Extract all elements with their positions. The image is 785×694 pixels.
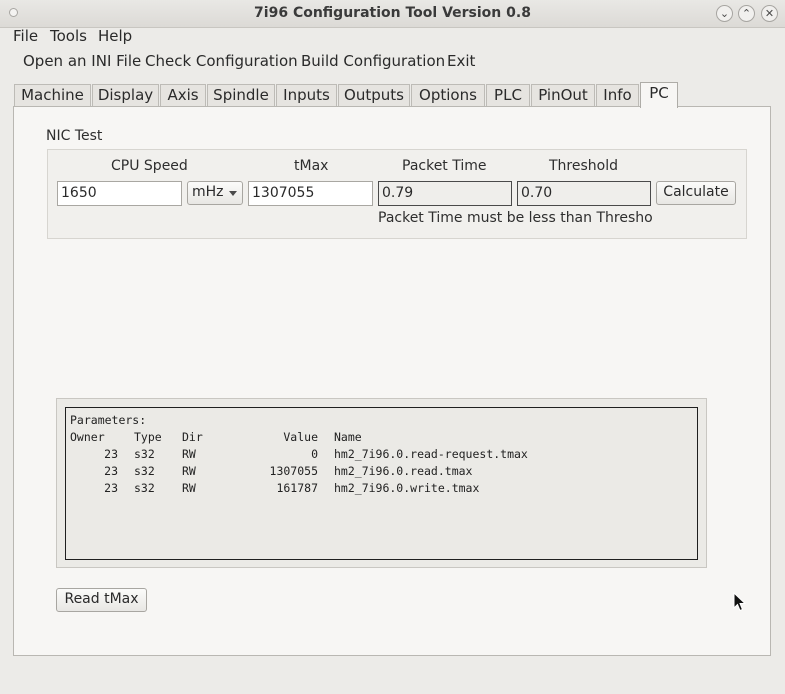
menu-help[interactable]: Help (98, 27, 132, 45)
param-type: s32 (134, 481, 155, 495)
column-value: Value (283, 430, 318, 444)
build-configuration-button[interactable]: Build Configuration (301, 52, 445, 70)
param-dir: RW (182, 481, 196, 495)
nic-test-label: NIC Test (46, 128, 103, 144)
param-value: 1307055 (269, 464, 318, 478)
tmax-input[interactable]: 1307055 (248, 181, 373, 206)
open-ini-button[interactable]: Open an INI File (23, 52, 141, 70)
column-dir: Dir (182, 430, 203, 444)
tab-options[interactable]: Options (411, 84, 485, 106)
tab-info[interactable]: Info (596, 84, 639, 106)
cpu-speed-header: CPU Speed (111, 158, 188, 174)
tab-display[interactable]: Display (92, 84, 159, 106)
threshold-header: Threshold (549, 158, 618, 174)
menu-tools[interactable]: Tools (50, 27, 87, 45)
tab-axis[interactable]: Axis (160, 84, 206, 106)
param-dir: RW (182, 464, 196, 478)
param-type: s32 (134, 447, 155, 461)
column-name: Name (334, 430, 362, 444)
param-type: s32 (134, 464, 155, 478)
chevron-down-icon[interactable]: ⌄ (716, 5, 733, 22)
packet-time-field: 0.79 (378, 181, 512, 206)
tab-pc[interactable]: PC (640, 82, 678, 108)
tab-outputs[interactable]: Outputs (338, 84, 410, 106)
tmax-header: tMax (294, 158, 329, 174)
cpu-speed-unit-value: mHz (192, 184, 224, 200)
mouse-pointer-icon (733, 591, 747, 616)
param-name: hm2_7i96.0.write.tmax (334, 481, 480, 495)
window-title: 7i96 Configuration Tool Version 0.8 (254, 5, 531, 21)
param-owner: 23 (104, 481, 118, 495)
tab-machine[interactable]: Machine (14, 84, 91, 106)
menu-file[interactable]: File (13, 27, 38, 45)
column-owner: Owner (70, 430, 105, 444)
param-owner: 23 (104, 464, 118, 478)
param-name: hm2_7i96.0.read-request.tmax (334, 447, 528, 461)
column-type: Type (134, 430, 162, 444)
tab-plc[interactable]: PLC (486, 84, 530, 106)
cpu-speed-unit-select[interactable]: mHz (187, 181, 243, 205)
threshold-field: 0.70 (517, 181, 651, 206)
param-owner: 23 (104, 447, 118, 461)
param-value: 0 (311, 447, 318, 461)
read-tmax-button[interactable]: Read tMax (56, 588, 147, 612)
parameters-title: Parameters: (70, 413, 147, 427)
packet-time-header: Packet Time (402, 158, 487, 174)
check-configuration-button[interactable]: Check Configuration (145, 52, 298, 70)
cpu-speed-input[interactable]: 1650 (57, 181, 182, 206)
tab-spindle[interactable]: Spindle (207, 84, 275, 106)
chevron-down-icon (229, 191, 237, 196)
param-name: hm2_7i96.0.read.tmax (334, 464, 473, 478)
calculate-button[interactable]: Calculate (656, 181, 736, 205)
chevron-up-icon[interactable]: ⌃ (738, 5, 755, 22)
packet-time-note: Packet Time must be less than Threshold (378, 210, 652, 226)
param-dir: RW (182, 447, 196, 461)
tab-inputs[interactable]: Inputs (276, 84, 337, 106)
tab-pinout[interactable]: PinOut (531, 84, 595, 106)
exit-button[interactable]: Exit (447, 52, 475, 70)
param-value: 161787 (276, 481, 318, 495)
close-icon[interactable]: ✕ (761, 5, 778, 22)
